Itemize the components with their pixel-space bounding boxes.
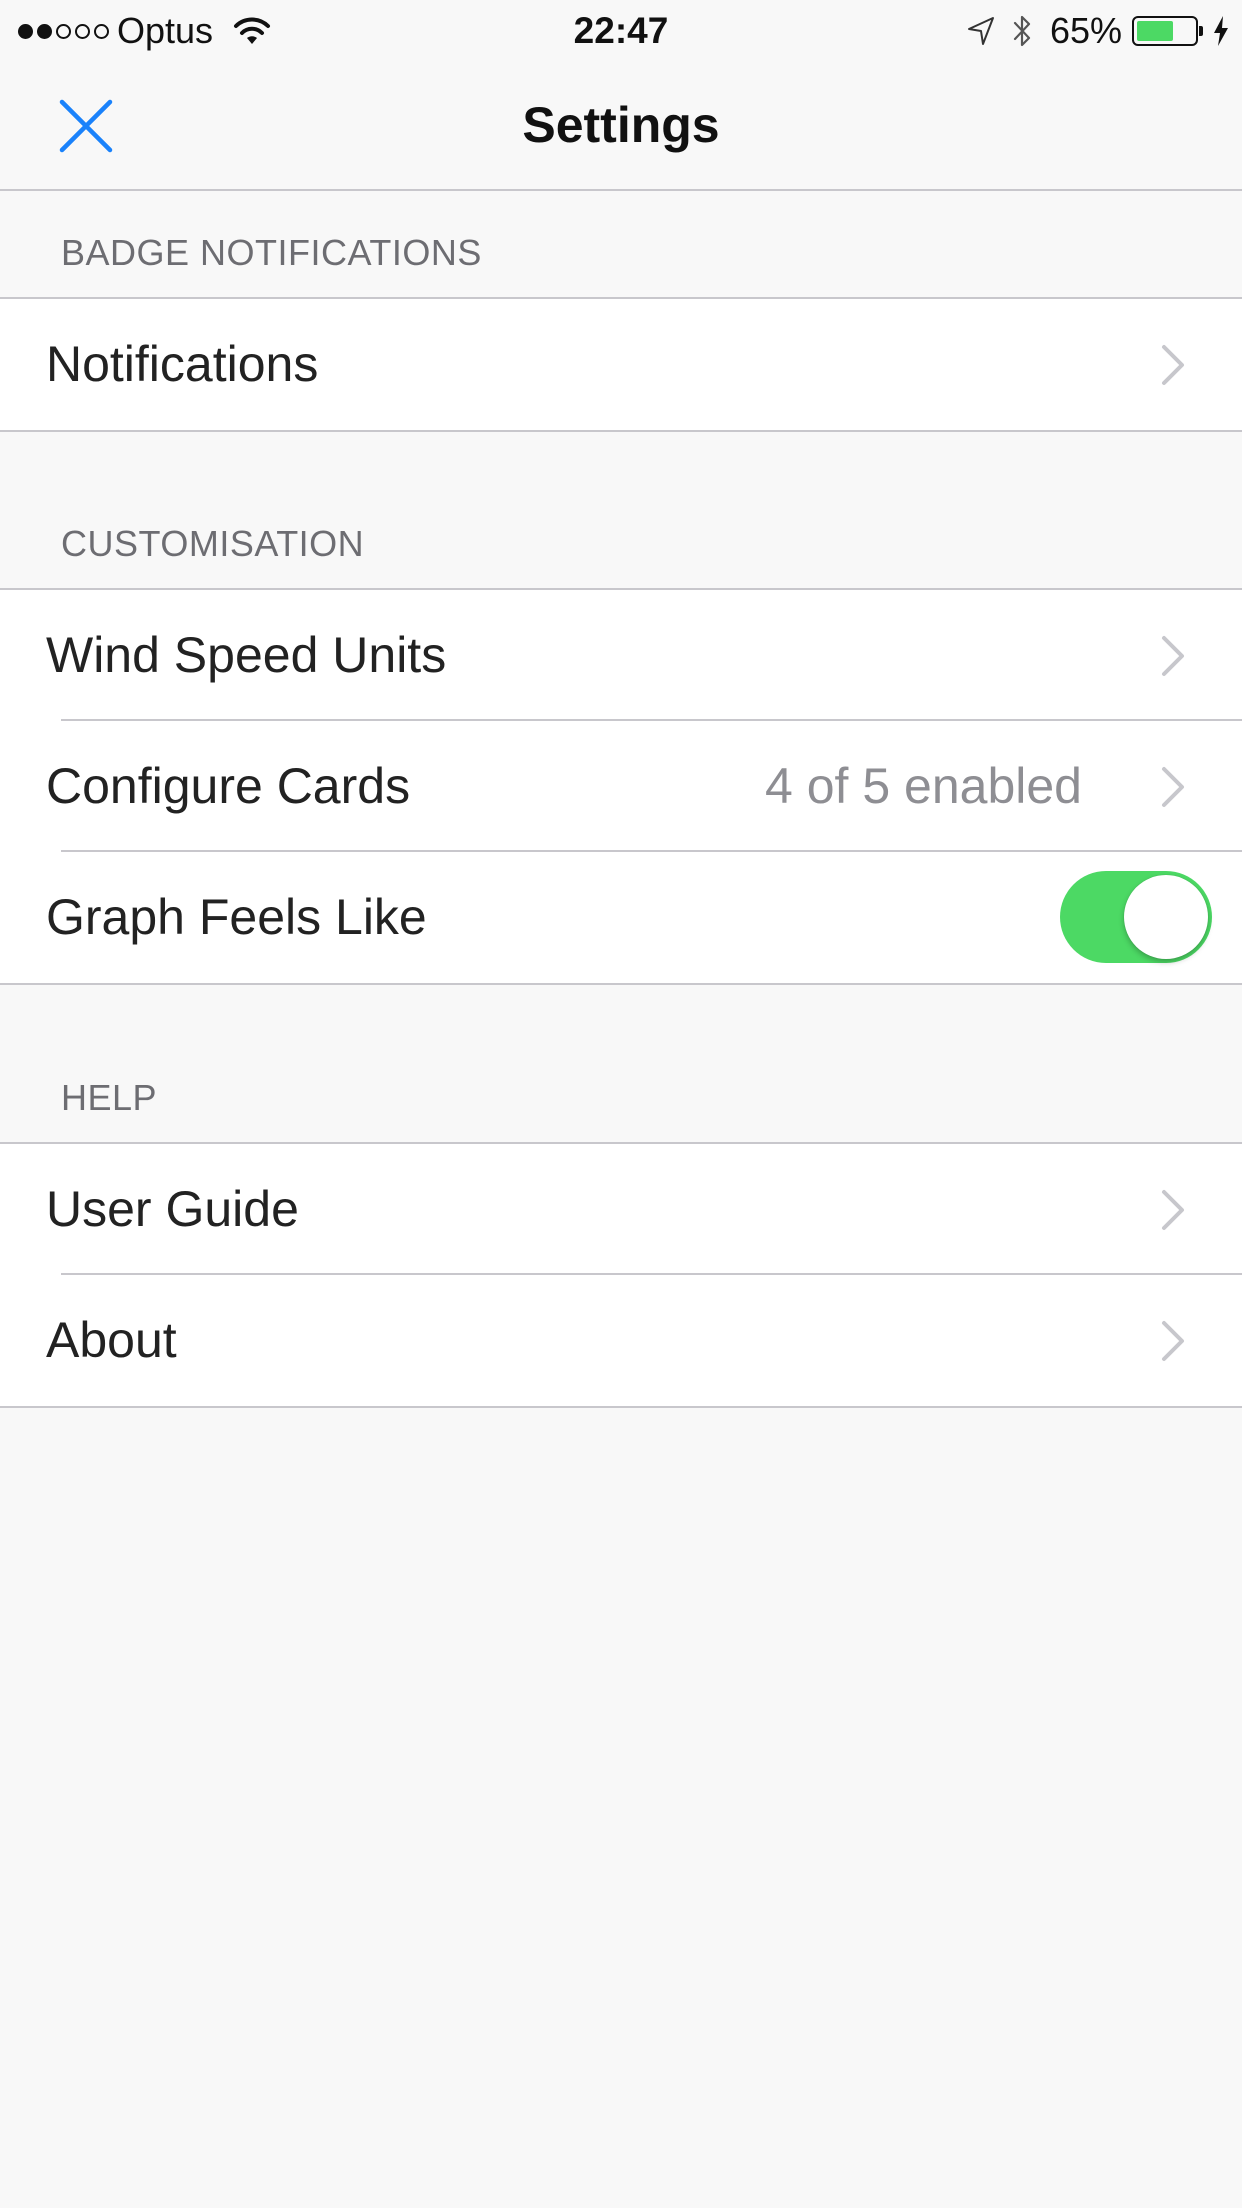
bluetooth-icon	[1013, 15, 1031, 47]
row-label: Notifications	[46, 336, 319, 392]
row-label: Graph Feels Like	[46, 889, 427, 945]
close-icon	[59, 99, 113, 153]
row-wind-speed-units[interactable]: Wind Speed Units	[0, 590, 1242, 721]
row-user-guide[interactable]: User Guide	[0, 1144, 1242, 1275]
charging-bolt-icon	[1214, 16, 1228, 46]
row-label: About	[46, 1312, 177, 1368]
row-configure-cards[interactable]: Configure Cards 4 of 5 enabled	[0, 721, 1242, 852]
row-about[interactable]: About	[0, 1275, 1242, 1406]
chevron-right-icon	[1162, 1321, 1184, 1361]
group-customisation: Wind Speed Units Configure Cards 4 of 5 …	[0, 588, 1242, 985]
battery-percentage: 65%	[1049, 10, 1122, 51]
section-header-customisation: CUSTOMISATION	[61, 523, 365, 564]
battery-icon	[1132, 16, 1203, 46]
close-button[interactable]	[46, 86, 126, 166]
chevron-right-icon	[1162, 636, 1184, 676]
row-label: Configure Cards	[46, 758, 411, 814]
group-help: User Guide About	[0, 1142, 1242, 1408]
page-title: Settings	[522, 97, 720, 153]
section-header-badge-notifications: BADGE NOTIFICATIONS	[61, 232, 482, 273]
status-bar: Optus 22:47 65%	[0, 0, 1242, 62]
row-graph-feels-like: Graph Feels Like	[0, 852, 1242, 983]
toggle-knob	[1124, 875, 1208, 959]
graph-feels-like-toggle[interactable]	[1060, 871, 1212, 963]
row-notifications[interactable]: Notifications	[0, 299, 1242, 430]
group-badge-notifications: Notifications	[0, 297, 1242, 432]
chevron-right-icon	[1162, 767, 1184, 807]
section-header-help: HELP	[61, 1077, 158, 1118]
chevron-right-icon	[1162, 345, 1184, 385]
chevron-right-icon	[1162, 1190, 1184, 1230]
row-label: Wind Speed Units	[46, 627, 447, 683]
location-arrow-icon	[967, 17, 994, 45]
battery-fill	[1137, 21, 1174, 41]
navigation-bar: Settings	[0, 62, 1242, 191]
status-bar-right: 65%	[966, 8, 1230, 54]
row-label: User Guide	[46, 1181, 299, 1237]
row-detail-value: 4 of 5 enabled	[765, 758, 1082, 814]
